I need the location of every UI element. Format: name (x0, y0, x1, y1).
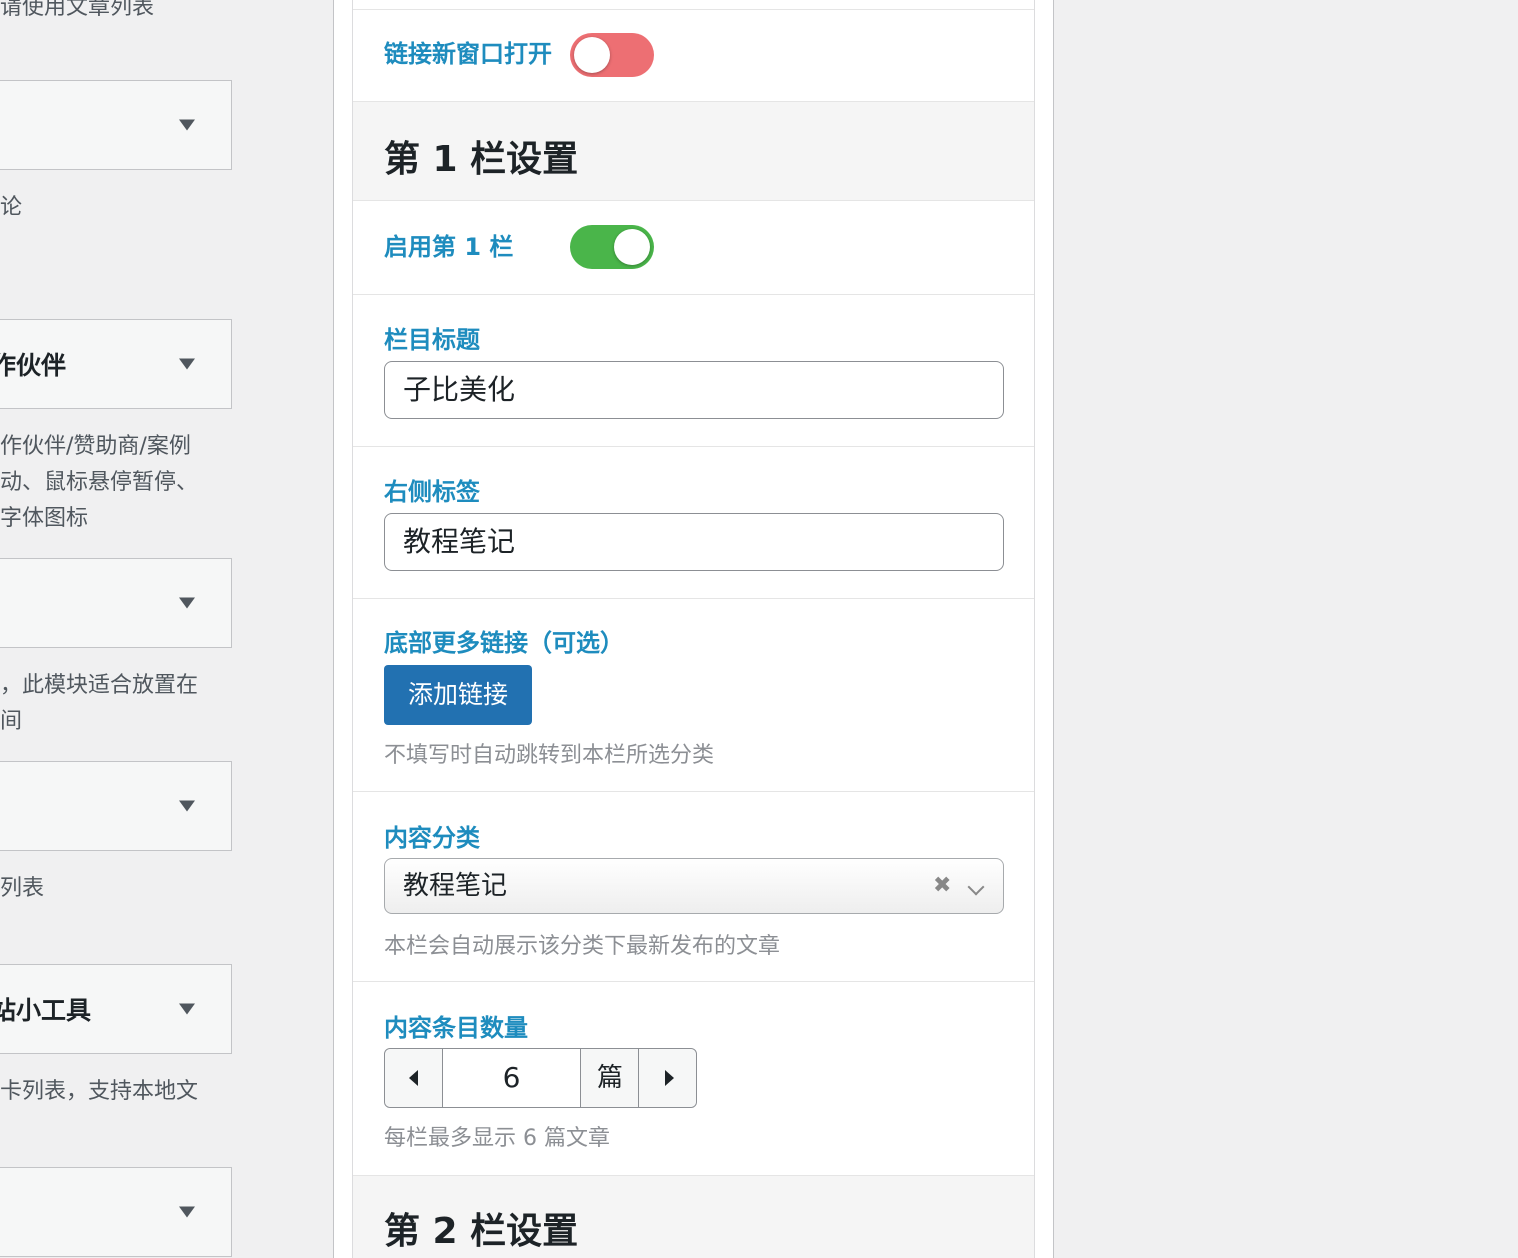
widget-item-collapsed[interactable] (0, 558, 232, 648)
widget-description: 作伙伴/赞助商/案例 (0, 434, 191, 459)
new-window-label: 链接新窗口打开 (384, 40, 552, 68)
toggle-knob (574, 37, 610, 73)
caret-down-icon[interactable] (179, 358, 195, 370)
row-category: 内容分类 教程笔记 ✖ 本栏会自动展示该分类下最新发布的文章 (353, 792, 1034, 982)
widget-description: 卡列表，支持本地文 (0, 1079, 199, 1104)
toggle-knob (614, 229, 650, 265)
widget-settings-panel: 链接新窗口打开 第 1 栏设置 启用第 1 栏 栏目标题 子比美化 右侧标签 教… (352, 0, 1035, 1258)
count-stepper[interactable]: 6 篇 (384, 1048, 697, 1108)
count-unit: 篇 (581, 1049, 639, 1107)
caret-down-icon[interactable] (179, 1003, 195, 1015)
count-label: 内容条目数量 (384, 1014, 528, 1042)
col-title-label: 栏目标题 (384, 326, 480, 354)
count-value[interactable]: 6 (443, 1049, 581, 1107)
widget-description: 间 (0, 709, 23, 734)
caret-right-icon (665, 1070, 674, 1086)
clear-icon[interactable]: ✖ (933, 859, 951, 913)
row-count: 内容条目数量 6 篇 每栏最多显示 6 篇文章 (353, 982, 1034, 1176)
row-right-tag: 右侧标签 教程笔记 (353, 447, 1034, 599)
add-link-button[interactable]: 添加链接 (384, 665, 532, 725)
new-window-toggle[interactable] (570, 33, 654, 77)
right-tag-input[interactable]: 教程笔记 (384, 513, 1004, 571)
section-1-header: 第 1 栏设置 (353, 102, 1034, 201)
caret-down-icon[interactable] (179, 119, 195, 131)
col-title-input[interactable]: 子比美化 (384, 361, 1004, 419)
widget-item-collapsed[interactable] (0, 1167, 232, 1257)
widget-title: 站小工具 (0, 996, 92, 1025)
increment-button[interactable] (638, 1049, 696, 1107)
row-previous (353, 0, 1034, 10)
widget-item-site-tools[interactable]: 站小工具 (0, 964, 232, 1054)
caret-down-icon[interactable] (179, 800, 195, 812)
row-new-window: 链接新窗口打开 (353, 10, 1034, 102)
count-hint: 每栏最多显示 6 篇文章 (384, 1126, 610, 1151)
category-selected-value: 教程笔记 (403, 871, 508, 901)
chevron-down-icon[interactable] (967, 878, 985, 896)
widget-item-partners[interactable]: 作伙伴 (0, 319, 232, 409)
row-col-title: 栏目标题 子比美化 (353, 295, 1034, 447)
category-hint: 本栏会自动展示该分类下最新发布的文章 (384, 934, 781, 959)
more-link-label: 底部更多链接（可选） (384, 629, 624, 657)
category-label: 内容分类 (384, 824, 480, 852)
row-enable-col1: 启用第 1 栏 (353, 201, 1034, 295)
widget-item-collapsed[interactable] (0, 80, 232, 170)
section-2-header: 第 2 栏设置 (353, 1176, 1034, 1258)
enable-col1-toggle[interactable] (570, 225, 654, 269)
widget-description: ，此模块适合放置在 (0, 673, 199, 698)
widget-description: 字体图标 (0, 506, 89, 531)
section-1-title: 第 1 栏设置 (384, 139, 579, 180)
widget-description: 论 (0, 195, 23, 220)
caret-down-icon[interactable] (179, 597, 195, 609)
row-more-link: 底部更多链接（可选） 添加链接 不填写时自动跳转到本栏所选分类 (353, 599, 1034, 792)
enable-col1-label: 启用第 1 栏 (384, 233, 514, 261)
caret-left-icon (409, 1070, 418, 1086)
right-tag-label: 右侧标签 (384, 478, 480, 506)
decrement-button[interactable] (385, 1049, 443, 1107)
caret-down-icon[interactable] (179, 1206, 195, 1218)
widget-description: 列表 (0, 876, 45, 901)
widget-list-column: 请使用文章列表 论 作伙伴 作伙伴/赞助商/案例 动、鼠标悬停暂停、 字体图标 … (0, 0, 334, 1258)
widget-description: 请使用文章列表 (0, 0, 155, 20)
widget-description: 动、鼠标悬停暂停、 (0, 470, 199, 495)
widget-item-collapsed[interactable] (0, 761, 232, 851)
widget-title: 作伙伴 (0, 351, 67, 380)
section-2-title: 第 2 栏设置 (384, 1211, 579, 1252)
more-link-hint: 不填写时自动跳转到本栏所选分类 (384, 743, 715, 768)
category-select[interactable]: 教程笔记 ✖ (384, 858, 1004, 914)
